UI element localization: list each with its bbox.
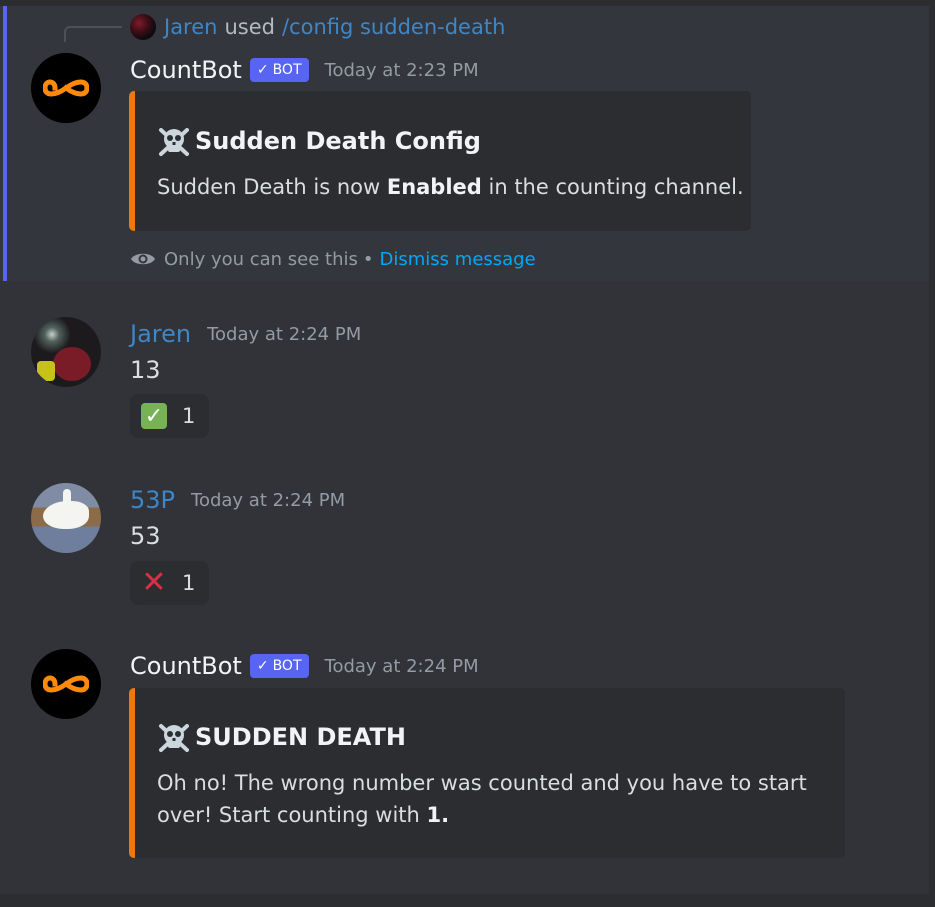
reply-avatar[interactable] xyxy=(130,14,156,40)
reply-command[interactable]: /config sudden-death xyxy=(282,15,505,39)
timestamp[interactable]: Today at 2:23 PM xyxy=(325,60,479,81)
reaction-count: 1 xyxy=(182,404,196,428)
ephemeral-indicator-bar xyxy=(3,6,7,281)
timestamp[interactable]: Today at 2:24 PM xyxy=(207,324,361,345)
embed-desc-bold: Enabled xyxy=(386,175,482,199)
reply-verb: used xyxy=(224,15,275,39)
embed-title-text: Sudden Death Config xyxy=(195,127,481,155)
eye-icon xyxy=(131,253,155,265)
username[interactable]: CountBot xyxy=(130,56,242,84)
embed-title: Sudden Death Config xyxy=(157,121,481,161)
embed-desc-text-end: in the counting channel. xyxy=(481,175,744,199)
ephemeral-notice: Only you can see this • Dismiss message xyxy=(130,246,536,272)
embed-desc-text: over! Start counting with xyxy=(157,803,427,827)
ephemeral-note: Only you can see this xyxy=(164,248,358,270)
reply-spine xyxy=(64,26,122,42)
reply-username[interactable]: Jaren xyxy=(164,15,217,39)
scrollbar-track[interactable] xyxy=(929,0,935,907)
embed-title-text: SUDDEN DEATH xyxy=(195,723,406,751)
skull-crossbones-icon xyxy=(159,128,189,156)
skull-crossbones-icon xyxy=(159,724,189,752)
command-reply-context[interactable]: Jaren used /config sudden-death xyxy=(130,12,505,42)
dismiss-message-link[interactable]: Dismiss message xyxy=(380,249,536,270)
embed: Sudden Death Config Sudden Death is now … xyxy=(129,91,751,231)
message-content: 13 xyxy=(130,356,161,384)
embed-desc-text: Sudden Death is now xyxy=(157,175,387,199)
bottom-edge xyxy=(0,894,935,907)
message-header: CountBot ✓ BOT Today at 2:23 PM xyxy=(130,54,479,86)
infinity-logo-icon xyxy=(43,79,89,97)
message-content: 53 xyxy=(130,522,161,550)
embed: SUDDEN DEATH Oh no! The wrong number was… xyxy=(129,688,845,858)
infinity-logo-icon xyxy=(43,675,89,693)
timestamp[interactable]: Today at 2:24 PM xyxy=(191,490,345,511)
avatar[interactable] xyxy=(31,53,101,123)
embed-description: Sudden Death is now Enabled in the count… xyxy=(157,171,744,203)
embed-desc-bold: 1. xyxy=(426,803,450,827)
username[interactable]: 53P xyxy=(130,486,175,514)
bot-tag-label: BOT xyxy=(272,658,302,674)
reaction-count: 1 xyxy=(182,571,196,595)
bot-tag: ✓ BOT xyxy=(249,58,309,82)
verified-check-icon: ✓ xyxy=(256,62,269,78)
message-header: CountBot ✓ BOT Today at 2:24 PM xyxy=(130,650,479,682)
bot-tag-label: BOT xyxy=(272,62,302,78)
avatar[interactable] xyxy=(31,483,101,553)
username[interactable]: Jaren xyxy=(130,320,191,348)
verified-check-icon: ✓ xyxy=(256,658,269,674)
white-check-mark-icon: ✓ xyxy=(140,402,168,430)
bot-tag: ✓ BOT xyxy=(249,654,309,678)
separator-dot: • xyxy=(362,248,374,270)
embed-title: SUDDEN DEATH xyxy=(157,717,406,757)
timestamp[interactable]: Today at 2:24 PM xyxy=(325,656,479,677)
reaction-button[interactable]: ✕ 1 xyxy=(130,561,210,605)
avatar[interactable] xyxy=(31,649,101,719)
message-header: 53P Today at 2:24 PM xyxy=(130,484,345,516)
message-header: Jaren Today at 2:24 PM xyxy=(130,318,361,350)
embed-desc-line: over! Start counting with 1. xyxy=(157,799,837,831)
username[interactable]: CountBot xyxy=(130,652,242,680)
embed-description: Oh no! The wrong number was counted and … xyxy=(157,767,837,831)
reaction-button[interactable]: ✓ 1 xyxy=(130,394,210,438)
x-cross-icon: ✕ xyxy=(141,565,167,600)
embed-desc-line: Oh no! The wrong number was counted and … xyxy=(157,771,807,795)
avatar[interactable] xyxy=(31,317,101,387)
